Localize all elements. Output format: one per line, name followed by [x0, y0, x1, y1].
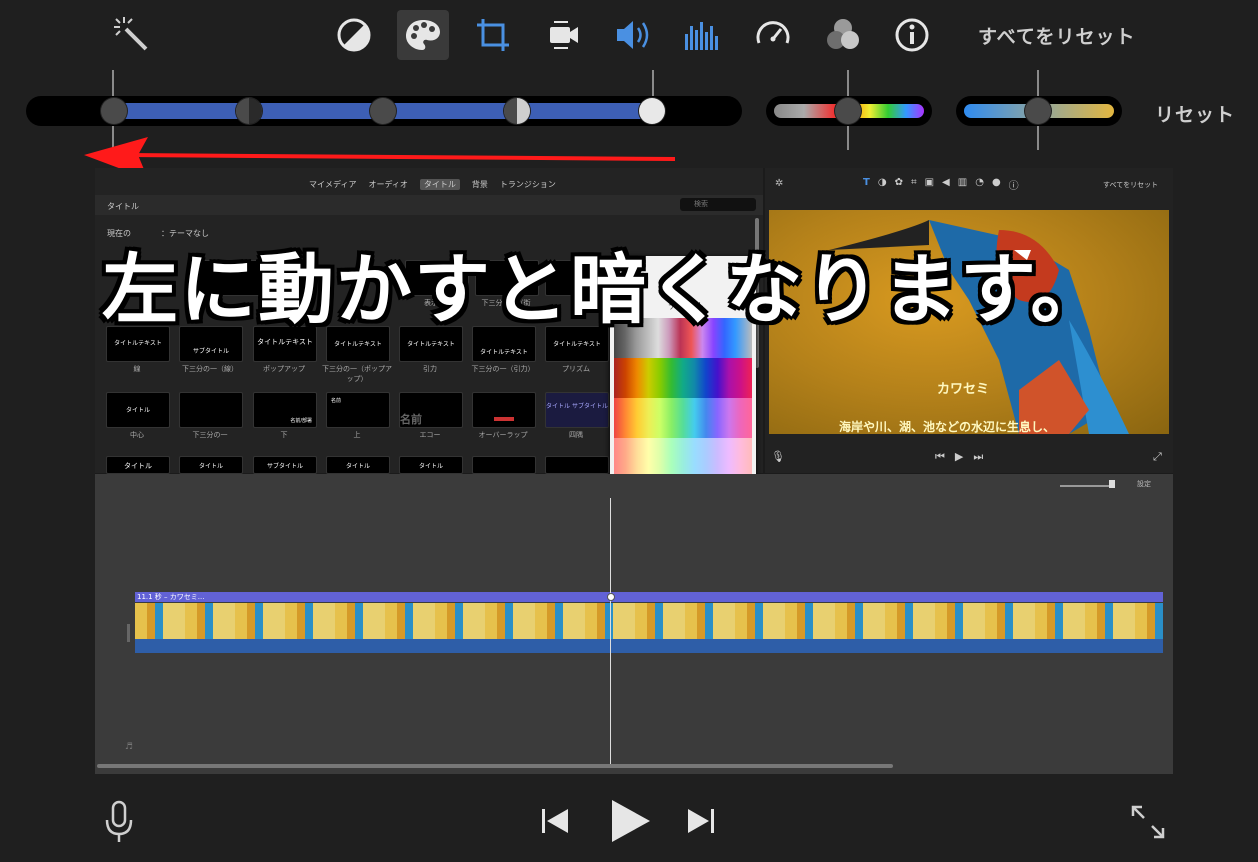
magic-wand-icon[interactable]: ✲	[775, 178, 783, 189]
search-input[interactable]: 検索	[680, 198, 756, 211]
saturation-knob[interactable]	[835, 98, 861, 124]
title-thumb[interactable]	[179, 392, 243, 428]
clip-title-text: カワセミ	[937, 382, 990, 397]
contrast-right-knob[interactable]	[504, 98, 530, 124]
stabilization-icon[interactable]: ▣	[925, 177, 934, 192]
tab-titles[interactable]: タイトル	[419, 179, 460, 190]
section-label: タイトル	[107, 202, 139, 211]
viewer-toolbar: T ◑ ✿ ⌗ ▣ ◀ ▥ ◔ ● ⓘ	[863, 177, 1019, 192]
info-icon[interactable]	[886, 10, 938, 60]
stabilization-icon[interactable]	[538, 10, 590, 60]
title-thumb[interactable]: タイトル	[106, 392, 170, 428]
tab-audio[interactable]: オーディオ	[368, 179, 407, 190]
crop-icon[interactable]	[467, 10, 519, 60]
title-thumb[interactable]: 名前/部署	[253, 392, 317, 428]
zoom-slider[interactable]	[1060, 485, 1112, 487]
clip-subtitle-text: 海岸や川、湖、池などの水辺に生息し、	[839, 420, 1056, 434]
play-icon[interactable]	[608, 798, 652, 848]
microphone-icon[interactable]	[104, 800, 134, 848]
viewer-reset-all-button[interactable]: すべてをリセット	[1103, 180, 1158, 190]
temperature-knob[interactable]	[1025, 98, 1051, 124]
audio-waveform-bar	[135, 639, 1163, 653]
video-overlay-icon[interactable]: ●	[992, 177, 1001, 192]
color-correction-icon[interactable]: ✿	[895, 177, 903, 192]
volume-icon[interactable]	[607, 10, 659, 60]
volume-icon[interactable]: ◀	[942, 177, 950, 192]
title-clip-bar[interactable]: 11.1 秒 – カワセミ...	[135, 592, 1163, 602]
shadow-knob[interactable]	[101, 98, 127, 124]
timeline: 設定 11.1 秒 – カワセミ... ♬	[95, 474, 1173, 774]
speed-icon[interactable]: ◔	[975, 177, 984, 192]
video-overlay-icon[interactable]	[817, 10, 869, 60]
playhead[interactable]	[610, 498, 611, 764]
brightness-knob[interactable]	[370, 98, 396, 124]
color-balance-icon[interactable]: ◑	[878, 177, 887, 192]
skip-back-icon[interactable]	[540, 806, 570, 840]
overlay-caption: 左に動かすと暗くなります。	[102, 245, 1109, 334]
magic-wand-icon[interactable]	[106, 10, 158, 60]
video-clip-filmstrip[interactable]	[135, 603, 1163, 639]
skip-forward-icon[interactable]	[686, 806, 716, 840]
crop-icon[interactable]: ⌗	[911, 177, 917, 192]
fullscreen-icon[interactable]: ⤢	[1153, 450, 1162, 464]
highlight-knob[interactable]	[639, 98, 665, 124]
title-thumb[interactable]: 名前	[326, 392, 390, 428]
timeline-settings-button[interactable]: 設定	[1137, 479, 1151, 489]
clip-handle[interactable]	[127, 624, 130, 642]
title-thumb[interactable]	[472, 392, 536, 428]
music-note-icon: ♬	[125, 742, 134, 752]
playhead-marker[interactable]	[607, 593, 615, 601]
viewer-playback-controls[interactable]: ⏮▶⏭	[935, 450, 993, 464]
tab-transitions[interactable]: トランジション	[500, 179, 556, 190]
contrast-left-knob[interactable]	[236, 98, 262, 124]
reset-all-button[interactable]: すべてをリセット	[978, 22, 1136, 49]
color-balance-icon[interactable]	[328, 10, 380, 60]
pencil-palette[interactable]	[614, 318, 752, 476]
reset-button[interactable]: リセット	[1155, 100, 1235, 127]
browser-tabs: マイメディア オーディオ タイトル 背景 トランジション	[309, 179, 556, 190]
title-icon[interactable]: T	[863, 177, 870, 192]
tab-my-media[interactable]: マイメディア	[309, 179, 356, 190]
title-thumb[interactable]: 名前	[399, 392, 463, 428]
noise-reduction-icon[interactable]	[676, 10, 728, 60]
fullscreen-icon[interactable]	[1130, 804, 1166, 844]
timeline-scrollbar[interactable]	[97, 764, 893, 768]
noise-reduction-icon[interactable]: ▥	[958, 177, 967, 192]
speed-icon[interactable]	[747, 10, 799, 60]
tab-backgrounds[interactable]: 背景	[472, 179, 488, 190]
color-correction-icon[interactable]	[397, 10, 449, 60]
microphone-icon[interactable]: 🎙︎	[771, 450, 785, 463]
info-icon[interactable]: ⓘ	[1009, 177, 1019, 192]
title-thumb[interactable]: タイトル サブタイトル	[545, 392, 609, 428]
zoom-slider-knob[interactable]	[1109, 480, 1115, 488]
